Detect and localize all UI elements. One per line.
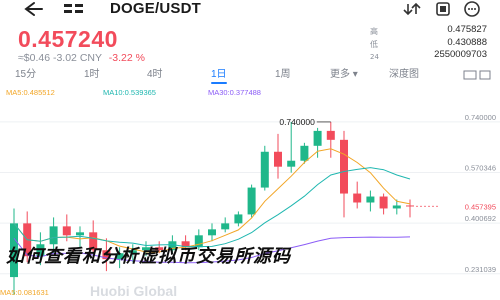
svg-text:高: 高 [370,26,378,35]
tab-4h[interactable]: 4时 [147,68,163,82]
settings-icon[interactable] [462,69,492,81]
candle-body [208,229,216,236]
high-icon: 高 [370,26,378,35]
candle-body [62,226,71,236]
tab-depth[interactable]: 深度图 [389,68,419,82]
candle-body [260,151,269,188]
candlestick-chart[interactable]: 0.740000 0.570346 0.400692 0.231039 0.457395… [0,96,500,300]
candle-body [234,214,243,224]
tab-1w[interactable]: 1周 [275,68,291,82]
candle-body [313,130,322,146]
overlay-caption: 如何查看和分析虚拟币交易所源码 [6,246,291,267]
last-price: 0.457240 [18,26,118,52]
price-change: -3.02 CNY [52,52,102,64]
y-tick-label: 0.570346 [465,164,496,173]
candle-body [287,160,296,167]
svg-text:24H: 24H [370,53,379,60]
candle-body [76,232,84,236]
candle-body [326,130,335,140]
candle-body [366,196,375,203]
back-arrow-icon[interactable] [20,0,44,18]
chevron-down-icon: ▾ [352,69,358,80]
candle-body [274,151,282,167]
candle-body [406,205,414,207]
candle-body [379,196,388,209]
interval-tabs: 15分 1时 4时 1日 1周 更多 ▾ 深度图 [0,68,500,84]
low-icon: 低 [370,39,378,48]
stat-volume: 24H 2550009703 [370,49,487,60]
y-tick-label: 0.231039 [465,265,496,274]
watermark: Huobi Global [90,283,178,299]
candle-body [392,205,401,209]
trading-pair-title[interactable]: DOGE/USDT [110,0,201,17]
tab-more[interactable]: 更多 ▾ [330,68,358,82]
price-change-line: ≈$0.46 -3.02 CNY -3.22 % [18,52,145,64]
stat-low: 低 0.430888 [370,36,487,48]
stat-high: 高 0.475827 [370,24,487,35]
y-tick-label: 0.400692 [465,214,496,223]
svg-text:低: 低 [370,39,378,48]
more-icon[interactable] [464,1,480,17]
footer-ma5: MA5:0.081631 [0,288,49,297]
y-tick-label: 0.740000 [465,113,496,122]
header-actions [403,1,480,17]
compare-icon[interactable] [63,3,103,15]
ticker-stats: 高 0.475827 低 0.430888 24H 2550009703 [370,24,495,62]
candle-body [300,145,309,161]
tab-15m[interactable]: 15分 [15,68,36,82]
swap-icon[interactable] [403,2,421,16]
price-approx: ≈$0.46 [18,52,51,64]
current-price-label: 0.457395 [465,202,496,211]
top-bar: DOGE/USDT [0,0,500,20]
bell-icon[interactable] [436,2,450,16]
candle-body [353,193,362,203]
candle-body [340,139,348,194]
candle-body [221,223,230,230]
volume-icon: 24H [370,53,379,60]
price-change-pct: -3.22 % [108,52,145,64]
candle-body [247,187,256,215]
tab-1d[interactable]: 1日 [211,68,227,84]
max-price-label: 0.740000 [279,117,315,127]
tab-1h[interactable]: 1时 [84,68,100,82]
